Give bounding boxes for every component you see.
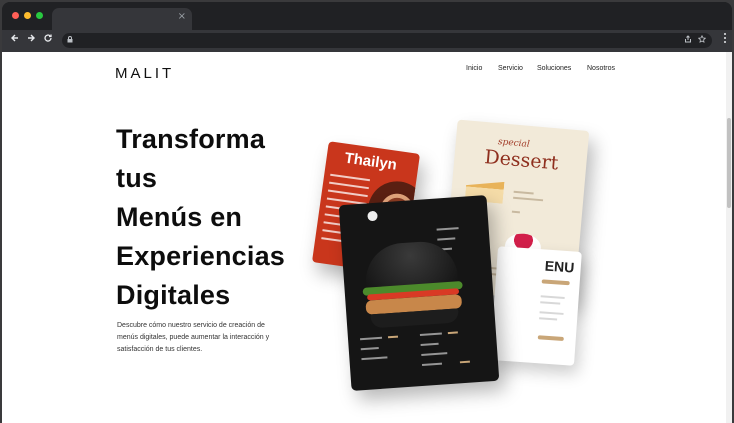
web-page: MALIT Inicio Servicio Soluciones Nosotro… <box>2 52 726 423</box>
reload-icon[interactable] <box>40 32 56 48</box>
lock-icon <box>67 33 73 48</box>
nav-link-servicio[interactable]: Servicio <box>498 65 523 72</box>
browser-toolbar <box>2 30 732 52</box>
minimize-window-button[interactable] <box>24 12 31 19</box>
thai-menu-title: Thailyn <box>343 149 398 174</box>
kebab-menu-icon[interactable] <box>723 32 727 49</box>
hero-description-line: satisfacción de tus clientes. <box>117 346 203 353</box>
burger-menu-card <box>338 195 500 391</box>
back-arrow-icon[interactable] <box>7 32 23 48</box>
hero-description-line: menús digitales, puede aumentar la inter… <box>117 334 270 341</box>
address-bar[interactable] <box>62 33 712 48</box>
scrollbar-thumb[interactable] <box>727 118 731 208</box>
maximize-window-button[interactable] <box>36 12 43 19</box>
nav-link-inicio[interactable]: Inicio <box>466 65 482 72</box>
hero-title-line: Transforma <box>116 124 266 154</box>
hero-title-line: Digitales <box>116 280 231 310</box>
dessert-menu-title: Dessert <box>483 146 560 175</box>
brand-logo-icon <box>367 210 378 222</box>
nav-link-soluciones[interactable]: Soluciones <box>537 65 571 72</box>
hero-title-line: Experiencias <box>116 241 286 271</box>
menu-card-title: ENU <box>544 257 575 276</box>
share-icon[interactable] <box>684 33 692 48</box>
star-icon[interactable] <box>697 33 707 48</box>
menu-card: ENU <box>490 246 582 366</box>
hero-description: Descubre cómo nuestro servicio de creaci… <box>117 320 303 356</box>
forward-arrow-icon[interactable] <box>23 32 39 48</box>
tab-close-icon[interactable]: × <box>178 11 186 22</box>
close-window-button[interactable] <box>12 12 19 19</box>
browser-tab[interactable]: × <box>52 8 192 30</box>
hero-title-line: tus <box>116 163 158 193</box>
site-logo[interactable]: MALIT <box>115 65 174 82</box>
hero-title: Transforma tus Menús en Experiencias Dig… <box>116 120 316 315</box>
nav-link-nosotros[interactable]: Nosotros <box>587 65 615 72</box>
browser-window: × MALIT Inicio Servicio Soluciones Nosot… <box>2 2 732 423</box>
page-scrollbar[interactable] <box>726 52 732 423</box>
hero-description-line: Descubre cómo nuestro servicio de creaci… <box>117 322 265 329</box>
hero-title-line: Menús en <box>116 202 243 232</box>
tab-strip: × <box>2 2 732 30</box>
